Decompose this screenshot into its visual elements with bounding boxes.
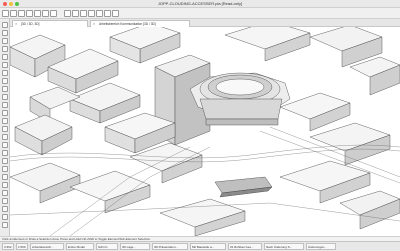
quick-option-10[interactable]: Änderungen... (306, 243, 336, 250)
quick-option-label: 3D Präsentation... (154, 245, 179, 249)
toolbox-tool-icon[interactable] (2, 222, 8, 228)
bottom-quick-options-bar: 3:362 1:500 Arbeitsbereich... Entire Model S… (0, 241, 400, 251)
quick-option-label: 1:500 (18, 245, 26, 249)
toolbox-tool-icon[interactable] (2, 126, 8, 132)
pan-icon[interactable] (64, 10, 71, 17)
layer-icon[interactable] (34, 10, 41, 17)
quick-option-3[interactable]: Entire Model (66, 243, 94, 250)
toolbox-tool-icon[interactable] (2, 62, 8, 68)
toolbox-tool-icon[interactable] (2, 166, 8, 172)
quick-option-6[interactable]: 3D Präsentation... (152, 243, 188, 250)
settings-icon[interactable] (104, 10, 111, 17)
magic-wand-icon[interactable] (18, 10, 25, 17)
3d-city-model (10, 27, 400, 236)
quick-option-2[interactable]: Arbeitsbereich... (30, 243, 64, 250)
quick-option-1[interactable]: 1:500 (16, 243, 28, 250)
zoom-icon[interactable] (72, 10, 79, 17)
quick-option-label: Nach Änderung S... (266, 245, 293, 249)
grid-icon[interactable] (26, 10, 33, 17)
3d-view-icon[interactable] (88, 10, 95, 17)
tab-3d-view[interactable]: × [3D / 3D, 3D] (12, 20, 88, 27)
quick-option-7[interactable]: Mit Baustelle a... (190, 243, 226, 250)
quick-option-label: 3D Lage... (122, 245, 136, 249)
3d-viewport[interactable] (10, 27, 400, 236)
quick-option-label: 3:362 (4, 245, 12, 249)
quick-option-label: Mit Baustelle a... (192, 245, 215, 249)
quick-option-9[interactable]: Nach Änderung S... (264, 243, 304, 250)
quick-option-8[interactable]: 01 Rohbau Ges... (228, 243, 262, 250)
orbit-icon[interactable] (80, 10, 87, 17)
toolbox-tool-icon[interactable] (2, 78, 8, 84)
toolbox-tool-icon[interactable] (2, 134, 8, 140)
toolbox-tool-icon[interactable] (2, 22, 8, 28)
arrow-select-icon[interactable] (2, 10, 9, 17)
mesh-icon[interactable] (112, 10, 119, 17)
quick-option-label: Änderungen... (308, 245, 327, 249)
tab-label: Arbeitsbereich Kommunikation [3D / 3D] (99, 22, 156, 26)
undo-icon[interactable] (42, 10, 49, 17)
quick-option-label: Schirm (98, 245, 108, 249)
toolbox-tool-icon[interactable] (2, 30, 8, 36)
toolbox-tool-icon[interactable] (2, 86, 8, 92)
window-titlebar: JOPP-CLOUDING-ACCESSER.pla [Read-only] (0, 0, 400, 8)
view-tab-bar: × [3D / 3D, 3D] × Arbeitsbereich Kommuni… (10, 19, 400, 27)
quick-option-label: 01 Rohbau Ges... (230, 245, 254, 249)
quick-option-label: Entire Model (68, 245, 85, 249)
toolbox-tool-icon[interactable] (2, 54, 8, 60)
tab-workspace-communication[interactable]: × Arbeitsbereich Kommunikation [3D / 3D] (90, 20, 190, 27)
fit-icon[interactable] (96, 10, 103, 17)
toolbox-tool-icon[interactable] (2, 102, 8, 108)
toolbox-tool-icon[interactable] (2, 94, 8, 100)
main-toolbar (0, 8, 400, 19)
toolbox-tool-icon[interactable] (2, 46, 8, 52)
toolbox-tool-icon[interactable] (2, 206, 8, 212)
quick-option-0[interactable]: 3:362 (2, 243, 14, 250)
toolbox-tool-icon[interactable] (2, 198, 8, 204)
window-title: JOPP-CLOUDING-ACCESSER.pla [Read-only] (157, 1, 243, 6)
toolbox-tool-icon[interactable] (2, 190, 8, 196)
tab-label: [3D / 3D, 3D] (21, 22, 40, 26)
toolbox-tool-icon[interactable] (2, 174, 8, 180)
toolbox-tool-icon[interactable] (2, 182, 8, 188)
toolbox-tool-icon[interactable] (2, 38, 8, 44)
toolbox-tool-icon[interactable] (2, 150, 8, 156)
toolbox-tool-icon[interactable] (2, 118, 8, 124)
toolbox-tool-icon[interactable] (2, 214, 8, 220)
redo-icon[interactable] (50, 10, 57, 17)
marquee-icon[interactable] (10, 10, 17, 17)
toolbox-tool-icon[interactable] (2, 142, 8, 148)
quick-option-5[interactable]: 3D Lage... (120, 243, 150, 250)
quick-option-4[interactable]: Schirm (96, 243, 118, 250)
toolbox-tool-icon[interactable] (2, 70, 8, 76)
toolbox-tool-icon[interactable] (2, 110, 8, 116)
toolbox-tool-icon[interactable] (2, 158, 8, 164)
toolbox (0, 19, 10, 241)
quick-option-label: Arbeitsbereich... (32, 245, 54, 249)
